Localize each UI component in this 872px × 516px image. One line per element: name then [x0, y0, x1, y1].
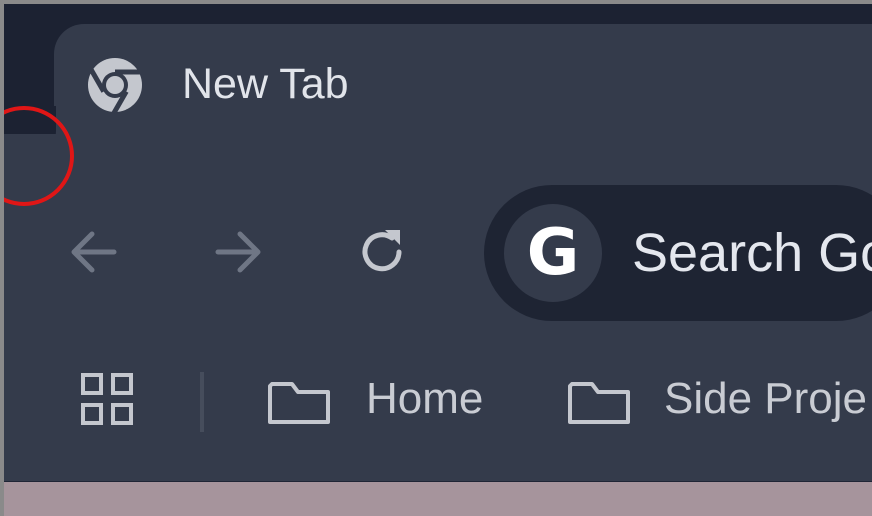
reload-icon[interactable]	[352, 222, 412, 282]
arrow-right-icon[interactable]	[208, 222, 268, 282]
folder-icon	[568, 382, 630, 424]
browser-window: New Tab G Search Go Home Side Proje	[4, 4, 872, 516]
chrome-icon	[88, 58, 142, 114]
bookmark-side-projects[interactable]: Side Proje	[664, 374, 867, 424]
folder-icon	[268, 382, 330, 424]
apps-grid-icon[interactable]	[78, 370, 138, 430]
bookmark-home[interactable]: Home	[366, 374, 483, 424]
bookmarks-divider	[200, 372, 204, 432]
page-content-edge	[4, 482, 872, 516]
tab-title: New Tab	[182, 60, 349, 108]
google-g-letter: G	[526, 216, 580, 290]
arrow-left-icon[interactable]	[64, 222, 124, 282]
omnibox-placeholder[interactable]: Search Go	[632, 222, 872, 284]
